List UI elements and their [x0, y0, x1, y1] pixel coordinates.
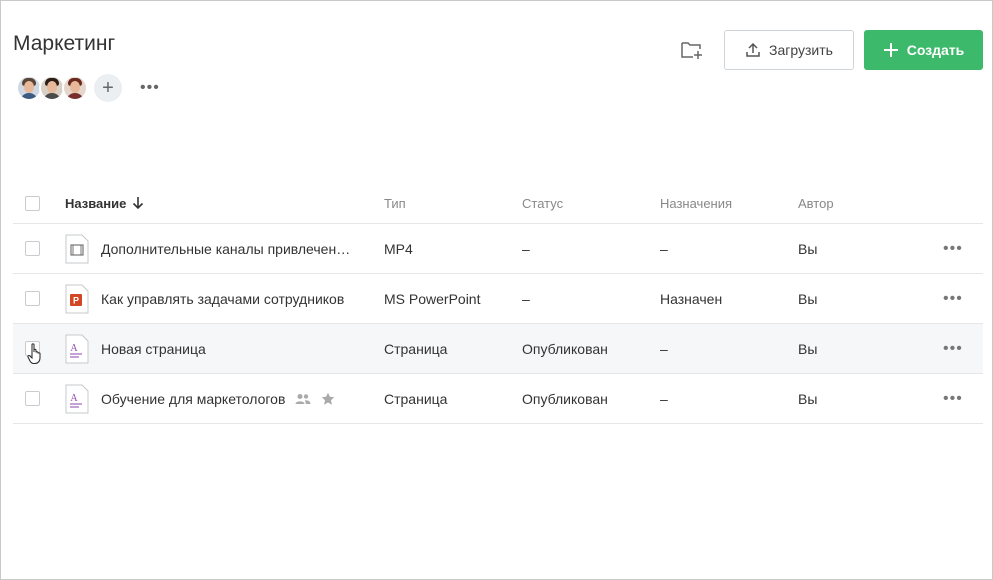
shared-users-icon — [295, 393, 311, 404]
column-header-name[interactable]: Название — [65, 183, 144, 223]
row-more-button[interactable]: ••• — [943, 224, 963, 273]
row-checkbox[interactable] — [25, 291, 40, 306]
svg-text:P: P — [73, 295, 79, 305]
row-checkbox[interactable] — [25, 391, 40, 406]
file-type: MP4 — [384, 240, 413, 257]
sort-down-icon — [133, 197, 144, 210]
file-author: Вы — [798, 290, 818, 307]
app-window: Маркетинг + ••• Загрузить Создать Назван… — [0, 0, 993, 580]
select-all-checkbox[interactable] — [25, 195, 40, 211]
video-file-icon — [65, 234, 89, 263]
column-header-author[interactable]: Автор — [798, 183, 834, 223]
table-row[interactable]: P Как управлять задачами сотрудников MS … — [13, 274, 983, 324]
row-more-button[interactable]: ••• — [943, 274, 963, 323]
content-table: Название Тип Статус Назначения Автор Доп… — [13, 183, 983, 424]
file-assignments: – — [660, 390, 668, 407]
file-assignments: – — [660, 240, 668, 257]
star-icon[interactable] — [321, 392, 335, 406]
file-assignments: – — [660, 340, 668, 357]
page-file-icon: A — [65, 334, 89, 363]
file-name[interactable]: Обучение для маркетологов — [101, 391, 285, 407]
file-type: Страница — [384, 390, 448, 407]
column-header-status[interactable]: Статус — [522, 183, 563, 223]
svg-text:A: A — [70, 393, 78, 404]
powerpoint-file-icon: P — [65, 284, 89, 313]
file-name[interactable]: Новая страница — [101, 341, 206, 357]
plus-icon — [883, 43, 898, 57]
create-button[interactable]: Создать — [864, 30, 983, 70]
new-folder-button[interactable] — [679, 39, 705, 61]
upload-button[interactable]: Загрузить — [724, 30, 854, 70]
upload-button-label: Загрузить — [769, 42, 833, 58]
file-name[interactable]: Дополнительные каналы привлечения клиент… — [101, 241, 357, 257]
file-author: Вы — [798, 340, 818, 357]
folder-add-icon — [681, 42, 702, 59]
file-assignments: Назначен — [660, 290, 723, 307]
file-status: Опубликован — [522, 340, 608, 357]
row-more-button[interactable]: ••• — [943, 374, 963, 423]
upload-icon — [746, 42, 760, 57]
file-author: Вы — [798, 240, 818, 257]
page-title: Маркетинг — [13, 32, 116, 55]
row-checkbox[interactable] — [25, 341, 40, 356]
members-list: + ••• — [16, 74, 160, 102]
create-button-label: Создать — [906, 42, 965, 58]
file-type: Страница — [384, 340, 448, 357]
svg-text:A: A — [70, 343, 78, 354]
table-header: Название Тип Статус Назначения Автор — [13, 183, 983, 224]
add-member-button[interactable]: + — [94, 74, 122, 102]
file-status: – — [522, 290, 530, 307]
column-header-assignments[interactable]: Назначения — [660, 183, 732, 223]
file-name[interactable]: Как управлять задачами сотрудников — [101, 291, 344, 307]
file-status: Опубликован — [522, 390, 608, 407]
avatar[interactable] — [62, 75, 88, 101]
members-more-button[interactable]: ••• — [140, 80, 160, 96]
file-status: – — [522, 240, 530, 257]
column-header-type[interactable]: Тип — [384, 183, 406, 223]
table-row[interactable]: A Новая страница Страница Опубликован – … — [13, 324, 983, 374]
file-author: Вы — [798, 390, 818, 407]
table-row[interactable]: Дополнительные каналы привлечения клиент… — [13, 224, 983, 274]
page-file-icon: A — [65, 384, 89, 413]
row-more-button[interactable]: ••• — [943, 324, 963, 373]
table-row[interactable]: A Обучение для маркетологов Страница Опу… — [13, 374, 983, 424]
file-type: MS PowerPoint — [384, 290, 481, 307]
row-checkbox[interactable] — [25, 241, 40, 256]
